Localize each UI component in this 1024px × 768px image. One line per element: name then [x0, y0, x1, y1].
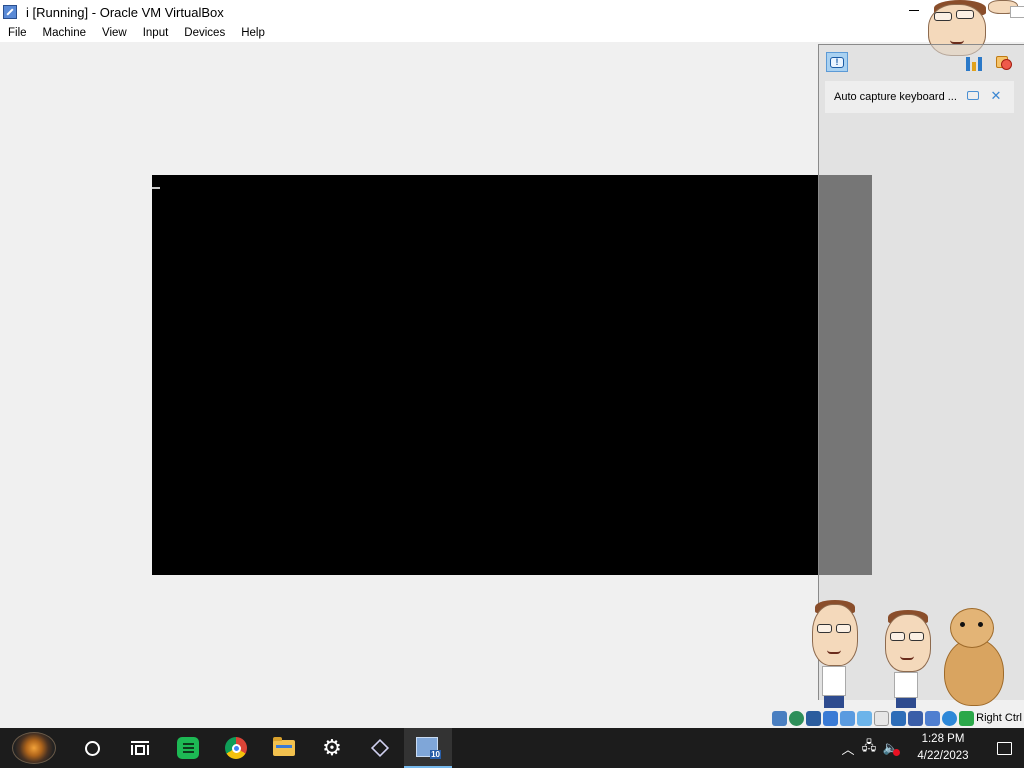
menu-file[interactable]: File — [0, 24, 35, 42]
mouse-integration-icon[interactable] — [942, 710, 958, 726]
exclamation-bubble-icon[interactable]: ! — [826, 52, 848, 72]
optical-drive-icon[interactable] — [789, 710, 805, 726]
status-bar: Right Ctrl — [0, 708, 1024, 728]
cpu-icon[interactable] — [925, 710, 941, 726]
window-title: i [Running] - Oracle VM VirtualBox — [26, 4, 224, 20]
recording-icon[interactable] — [908, 710, 924, 726]
menu-view[interactable]: View — [94, 24, 135, 42]
start-orb-icon — [12, 732, 56, 764]
chevron-up-icon[interactable]: ︿ — [838, 728, 858, 768]
clear-all-icon[interactable] — [995, 53, 1013, 71]
settings-button[interactable]: ⚙ — [308, 728, 356, 768]
menu-devices[interactable]: Devices — [176, 24, 233, 42]
cartoon-character-middle — [882, 610, 938, 708]
notification-message[interactable]: Auto capture keyboard ... ✕ — [825, 81, 1014, 113]
close-icon[interactable]: ✕ — [990, 89, 1002, 102]
clock[interactable]: 1:28 PM 4/22/2023 — [910, 731, 976, 765]
cortana-icon — [84, 740, 100, 756]
file-explorer-button[interactable] — [260, 728, 308, 768]
cartoon-hamster — [936, 604, 1008, 708]
network-status-icon[interactable]: 🖧 — [858, 728, 880, 768]
menu-bar: File Machine View Input Devices Help — [0, 24, 1024, 42]
notification-icon — [996, 741, 1012, 755]
usb-icon[interactable] — [857, 710, 873, 726]
settings-gear-icon: ⚙ — [322, 735, 342, 760]
task-view-icon — [131, 741, 149, 755]
hard-disk-icon[interactable] — [772, 710, 788, 726]
title-bar: i [Running] - Oracle VM VirtualBox — [0, 0, 1024, 24]
notes-app-button[interactable] — [164, 728, 212, 768]
clock-date: 4/22/2023 — [917, 750, 969, 762]
vm-window-icon: 10 — [416, 737, 441, 759]
floppy-icon[interactable] — [806, 710, 822, 726]
vm-window-button[interactable]: 10 — [404, 728, 452, 768]
menu-input[interactable]: Input — [135, 24, 177, 42]
host-key-label: Right Ctrl — [976, 712, 1022, 724]
file-explorer-icon — [273, 737, 295, 756]
network-icon[interactable] — [840, 710, 856, 726]
menu-help[interactable]: Help — [233, 24, 273, 42]
start-button[interactable] — [0, 728, 68, 768]
vm-display[interactable] — [152, 175, 872, 575]
menu-machine[interactable]: Machine — [35, 24, 94, 42]
virtualbox-button[interactable] — [356, 728, 404, 768]
shared-folders-icon[interactable] — [874, 710, 890, 726]
action-center-button[interactable] — [984, 728, 1024, 768]
taskbar: ⚙ 10 ︿ 🖧 🔈 1:28 PM 4/22/2023 — [0, 728, 1024, 768]
virtualbox-window-icon[interactable] — [2, 3, 20, 21]
notification-text: Auto capture keyboard ... — [834, 91, 957, 103]
cartoon-character-left — [808, 600, 864, 708]
audio-icon[interactable] — [823, 710, 839, 726]
chrome-button[interactable] — [212, 728, 260, 768]
text-cursor — [152, 187, 160, 189]
help-icon[interactable] — [967, 91, 981, 103]
chrome-icon — [225, 737, 247, 759]
system-tray: ︿ 🖧 🔈 1:28 PM 4/22/2023 — [838, 728, 1024, 768]
keyboard-icon[interactable] — [959, 710, 975, 726]
task-view-button[interactable] — [116, 728, 164, 768]
virtualbox-icon — [370, 738, 390, 758]
clock-time: 1:28 PM — [921, 733, 965, 745]
sort-icon[interactable] — [965, 53, 983, 71]
display-icon[interactable] — [891, 710, 907, 726]
cortana-button[interactable] — [68, 728, 116, 768]
volume-muted-icon[interactable]: 🔈 — [880, 728, 902, 768]
notes-app-icon — [177, 737, 199, 759]
